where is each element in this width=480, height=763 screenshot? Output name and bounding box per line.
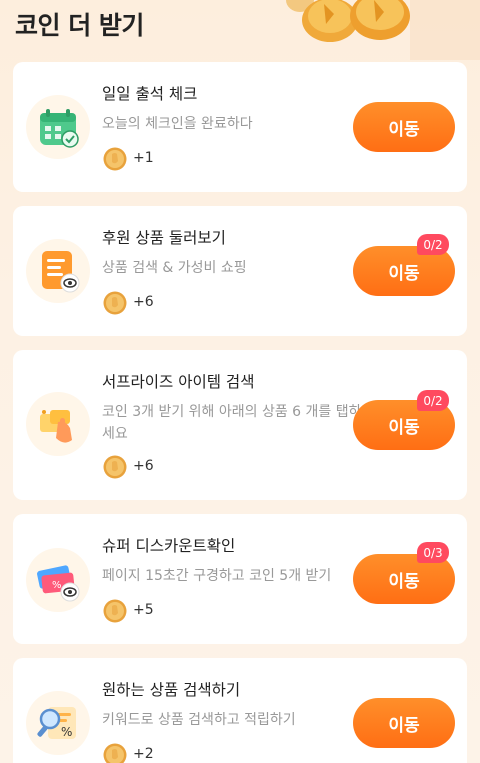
progress-badge: 0/3	[417, 542, 449, 563]
gift-tap-icon	[26, 392, 90, 456]
task-title: 원하는 상품 검색하기	[102, 681, 241, 699]
coins-illustration-icon	[286, 0, 480, 60]
task-card-search-product: % 원하는 상품 검색하기 키워드로 상품 검색하고 적립하기 +2 이동	[13, 658, 467, 763]
page-title: 코인 더 받기	[15, 11, 144, 40]
go-button[interactable]: 이동	[353, 102, 455, 152]
task-card-browse-sponsored: 후원 상품 둘러보기 상품 검색 & 가성비 쇼핑 +6 이동 0/2	[13, 206, 467, 336]
reward-amount: +2	[133, 746, 154, 762]
svg-text:%: %	[61, 725, 72, 739]
coupon-eye-icon: %	[26, 548, 90, 612]
go-button[interactable]: 이동	[353, 698, 455, 748]
reward-amount: +1	[133, 150, 154, 166]
coin-icon	[103, 147, 127, 171]
task-card-daily-checkin: 일일 출석 체크 오늘의 체크인을 완료하다 +1 이동	[13, 62, 467, 192]
reward-amount: +5	[133, 602, 154, 618]
progress-badge: 0/2	[417, 390, 449, 411]
coin-icon	[103, 291, 127, 315]
coin-icon	[103, 743, 127, 763]
reward-amount: +6	[133, 294, 154, 310]
task-title: 서프라이즈 아이템 검색	[102, 373, 255, 391]
task-description: 상품 검색 & 가성비 쇼핑	[102, 260, 247, 276]
document-eye-icon	[26, 239, 90, 303]
search-percent-icon: %	[26, 691, 90, 755]
task-title: 후원 상품 둘러보기	[102, 229, 226, 247]
page-header: 코인 더 받기	[0, 0, 480, 60]
task-title: 일일 출석 체크	[102, 85, 198, 103]
task-description: 오늘의 체크인을 완료하다	[102, 116, 253, 132]
coin-icon	[103, 599, 127, 623]
progress-badge: 0/2	[417, 234, 449, 255]
task-card-surprise-item: 서프라이즈 아이템 검색 코인 3개 받기 위해 아래의 상품 6 개를 탭하세…	[13, 350, 467, 500]
task-description: 키워드로 상품 검색하고 적립하기	[102, 712, 296, 728]
svg-text:%: %	[52, 580, 62, 591]
coin-icon	[103, 455, 127, 479]
calendar-check-icon	[26, 95, 90, 159]
task-description: 페이지 15초간 구경하고 코인 5개 받기	[102, 568, 332, 584]
task-description: 코인 3개 받기 위해 아래의 상품 6 개를 탭하세요	[102, 404, 362, 442]
reward-amount: +6	[133, 458, 154, 474]
task-title: 슈퍼 디스카운트확인	[102, 537, 236, 555]
task-card-super-discount: % 슈퍼 디스카운트확인 페이지 15초간 구경하고 코인 5개 받기 +5 이…	[13, 514, 467, 644]
